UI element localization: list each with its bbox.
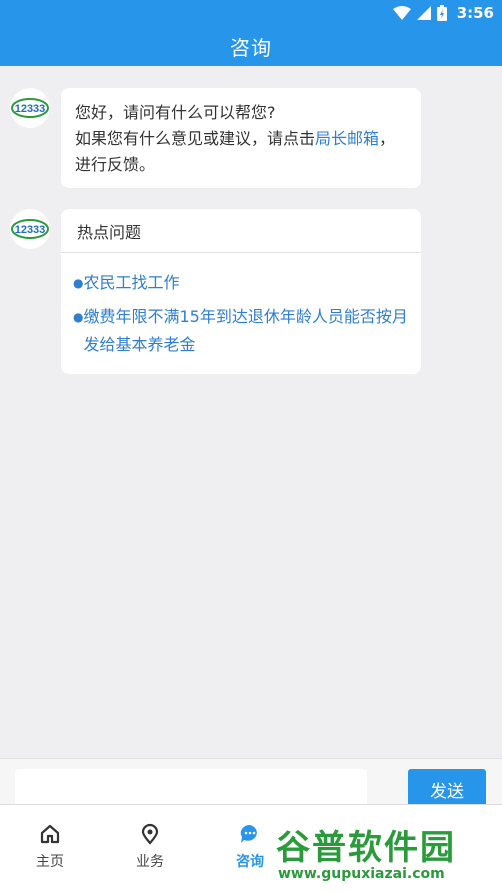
- watermark: 谷普软件园 www.gupuxiazai.com: [276, 820, 502, 892]
- hot-questions-header: 热点问题: [61, 209, 421, 253]
- nav-item-home[interactable]: 主页: [0, 805, 100, 892]
- status-bar: 3:56: [0, 0, 502, 26]
- bot-logo-icon: 12333: [11, 98, 49, 118]
- welcome-line2-prefix: 如果您有什么意见或建议，请点击: [75, 129, 316, 148]
- page-title: 咨询: [230, 35, 272, 60]
- wifi-icon: [392, 6, 411, 20]
- hot-question-item[interactable]: ● 农民工找工作: [73, 269, 409, 297]
- hot-questions-list: ● 农民工找工作 ● 缴费年限不满15年到达退休年龄人员能否按月发给基本养老金: [61, 253, 421, 359]
- hot-questions-card: 热点问题 ● 农民工找工作 ● 缴费年限不满15年到达退休年龄人员能否按月发给基本养…: [61, 209, 421, 374]
- message-input-bar: 发送: [0, 758, 502, 809]
- hot-question-item[interactable]: ● 缴费年限不满15年到达退休年龄人员能否按月发给基本养老金: [73, 303, 409, 359]
- watermark-url: www.gupuxiazai.com: [278, 866, 445, 882]
- bullet-icon: ●: [73, 310, 84, 324]
- welcome-line1: 您好，请问有什么可以帮您?: [75, 103, 276, 122]
- status-time: 3:56: [456, 4, 494, 22]
- chat-bubble-icon: [240, 824, 257, 843]
- hot-question-text: 农民工找工作: [83, 273, 180, 292]
- welcome-message: 您好，请问有什么可以帮您? 如果您有什么意见或建议，请点击局长邮箱，进行反馈。: [61, 88, 421, 188]
- bullet-icon: ●: [73, 276, 84, 290]
- send-button[interactable]: 发送: [408, 769, 486, 809]
- nav-label-consult: 咨询: [236, 854, 264, 870]
- nav-label-business: 业务: [136, 854, 164, 870]
- watermark-title: 谷普软件园: [276, 828, 456, 868]
- location-pin-icon: [141, 823, 159, 845]
- bot-logo-icon: 12333: [11, 219, 49, 239]
- mailbox-link[interactable]: 局长邮箱: [315, 129, 379, 148]
- battery-icon: [436, 5, 447, 21]
- message-input[interactable]: [15, 769, 367, 809]
- bot-avatar: 12333: [10, 209, 50, 249]
- welcome-line2: 如果您有什么意见或建议，请点击局长邮箱，进行反馈。: [75, 126, 407, 178]
- home-icon: [40, 824, 60, 844]
- bot-avatar: 12333: [10, 88, 50, 128]
- status-icons: 3:56: [392, 3, 494, 23]
- hot-question-text: 缴费年限不满15年到达退休年龄人员能否按月发给基本养老金: [83, 307, 408, 354]
- cell-signal-icon: [416, 6, 431, 20]
- nav-label-home: 主页: [36, 854, 64, 870]
- nav-item-business[interactable]: 业务: [100, 805, 200, 892]
- svg-text:12333: 12333: [15, 103, 46, 115]
- svg-text:12333: 12333: [15, 224, 46, 236]
- app-bar: 咨询: [0, 26, 502, 66]
